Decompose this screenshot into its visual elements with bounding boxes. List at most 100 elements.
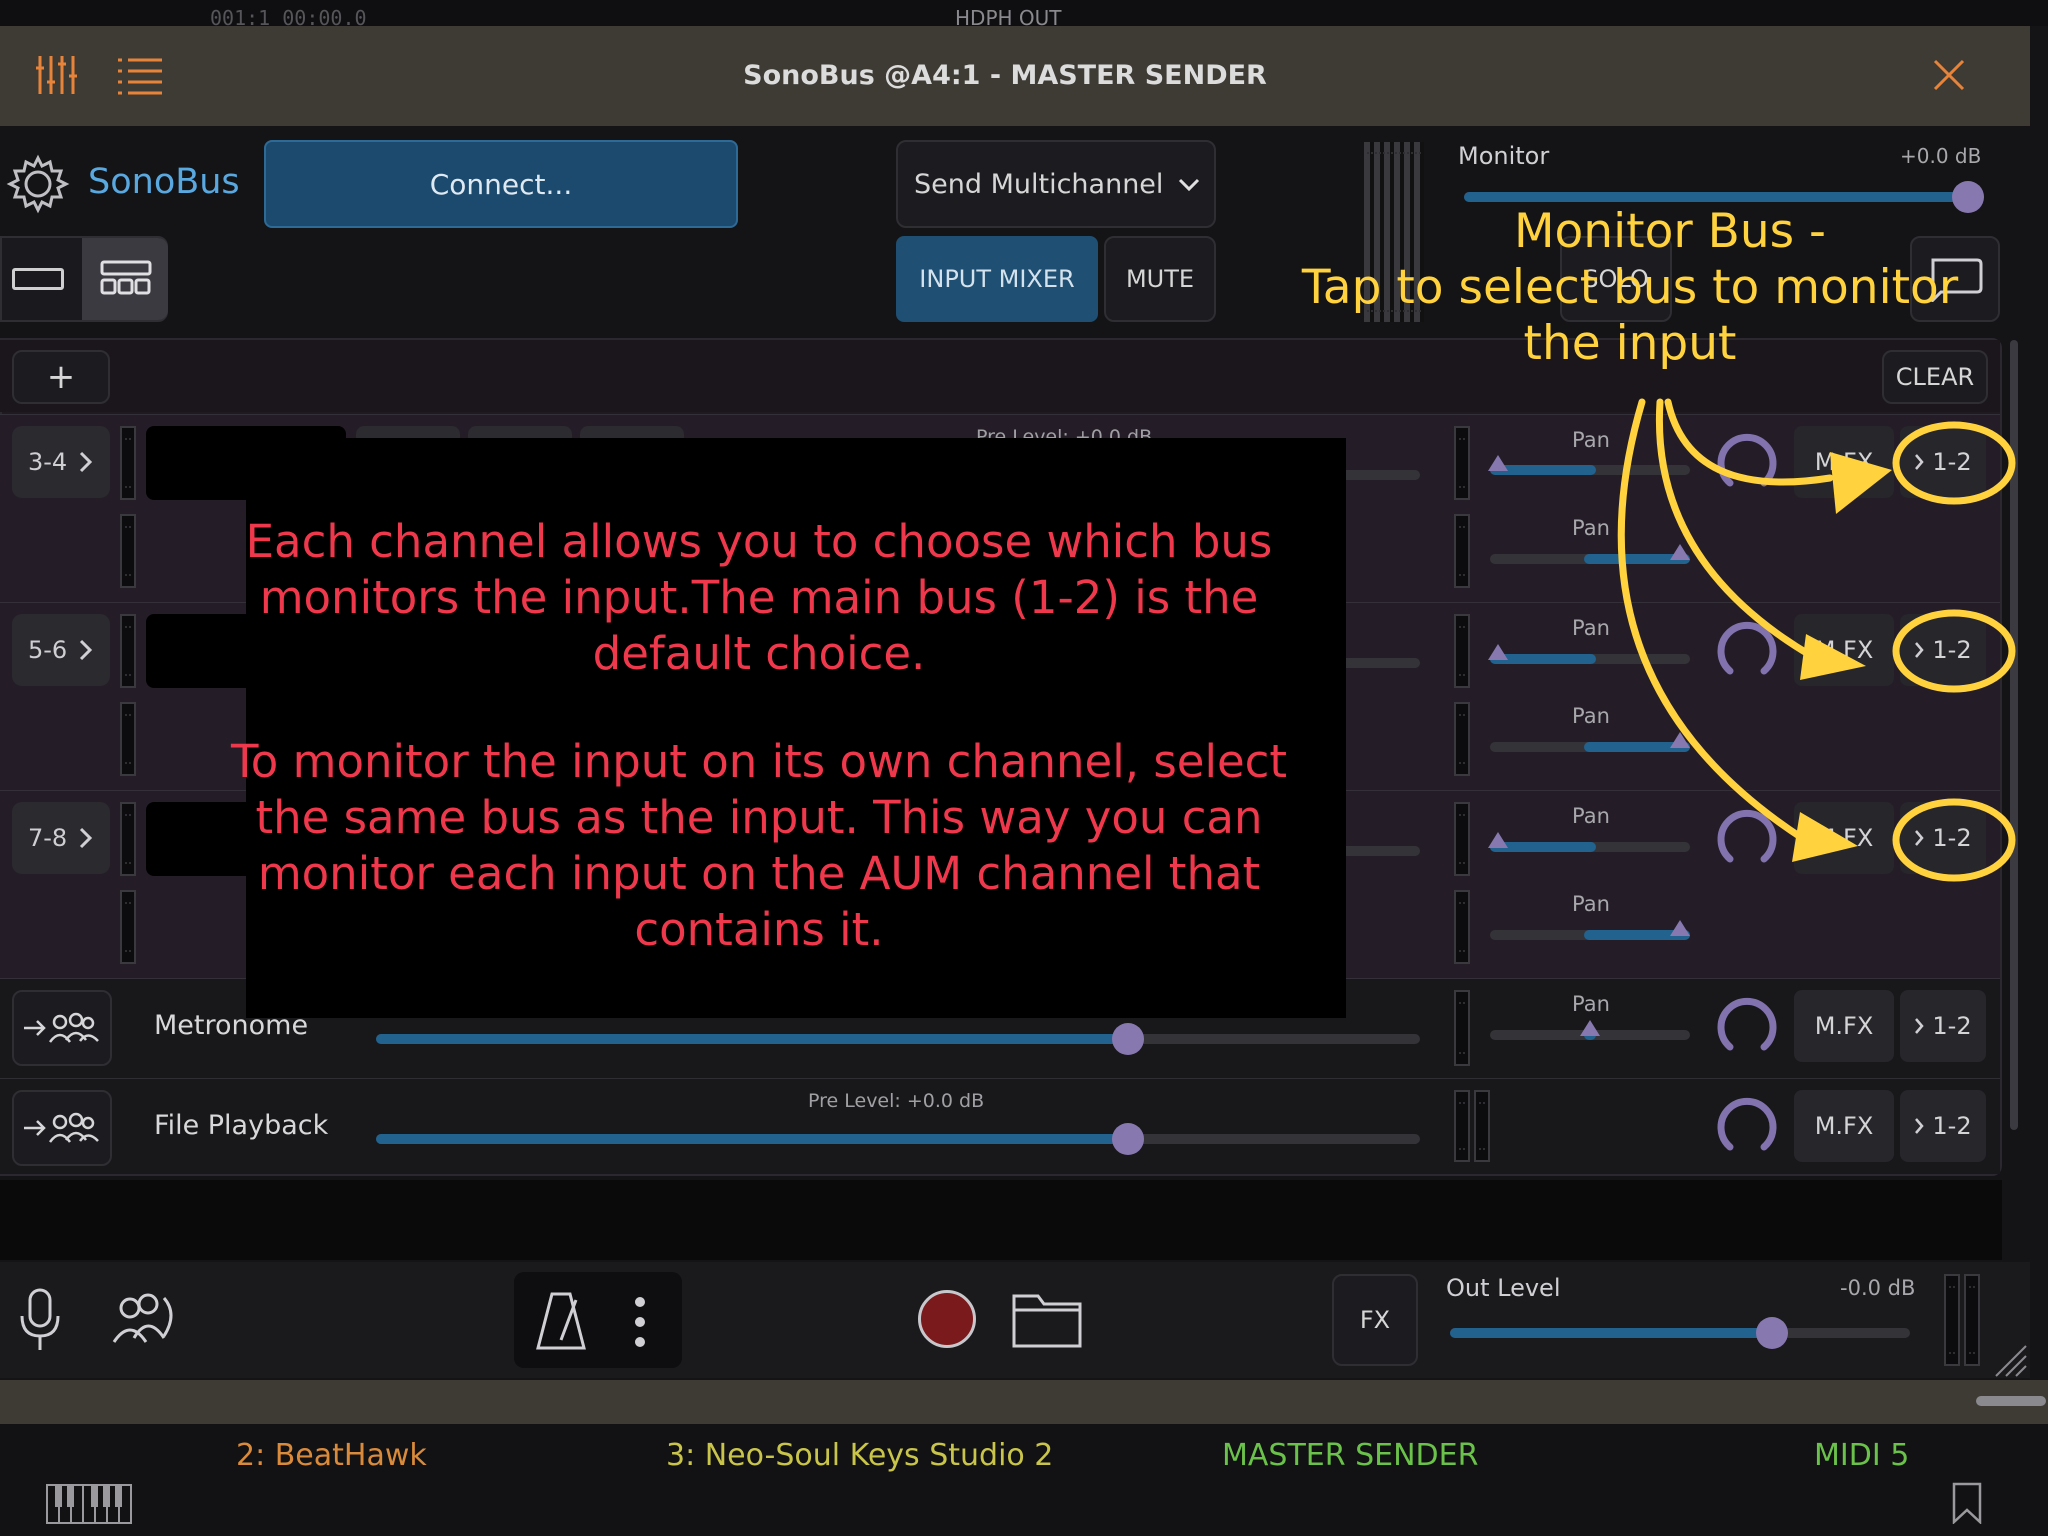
host-tab-neo-soul-keys[interactable]: 3: Neo-Soul Keys Studio 2 xyxy=(666,1438,1053,1473)
add-channel-button[interactable]: + xyxy=(12,350,110,404)
channel-3-4-out-meter-r xyxy=(1454,514,1470,588)
channel-7-8-out-meter-r xyxy=(1454,890,1470,964)
channel-5-6-label: 5-6 xyxy=(28,636,68,664)
window-title: SonoBus @A4:1 - MASTER SENDER xyxy=(743,60,1267,91)
metronome-bus-button[interactable]: 1-2 xyxy=(1900,990,1986,1062)
pan-thumb[interactable] xyxy=(1488,455,1508,471)
pan-thumb[interactable] xyxy=(1488,832,1508,848)
channel-3-4-monitor-knob[interactable] xyxy=(1716,431,1778,493)
close-icon[interactable] xyxy=(1932,58,1966,92)
channel-5-6-bus-button[interactable]: 1-2 xyxy=(1900,614,1986,686)
fx-button[interactable]: FX xyxy=(1332,1274,1418,1366)
pan-thumb[interactable] xyxy=(1488,644,1508,660)
chevron-right-icon xyxy=(1915,830,1925,846)
settings-gear-icon[interactable] xyxy=(6,152,70,216)
file-playback-level-thumb[interactable] xyxy=(1111,1123,1144,1155)
monitor-slider[interactable] xyxy=(1464,181,1985,213)
record-button[interactable] xyxy=(918,1290,976,1348)
host-tab-master-sender[interactable]: MASTER SENDER xyxy=(1222,1438,1478,1473)
panel-scrollbar[interactable] xyxy=(2010,340,2018,1130)
group-icon[interactable] xyxy=(108,1290,182,1348)
channel-3-4-mfx-button[interactable]: M.FX xyxy=(1794,426,1894,498)
channel-7-8-bus-button[interactable]: 1-2 xyxy=(1900,802,1986,874)
host-divider xyxy=(0,1380,2048,1424)
channel-3-4-button[interactable]: 3-4 xyxy=(12,426,110,498)
annotation-text-own-channel: To monitor the input on its own channel,… xyxy=(230,735,1288,956)
channel-5-6-meter-r xyxy=(120,702,136,776)
send-mode-select[interactable]: Send Multichannel xyxy=(896,140,1216,228)
file-playback-route-button[interactable] xyxy=(12,1090,112,1166)
metronome-mfx-button[interactable]: M.FX xyxy=(1794,990,1894,1062)
channel-3-4-bus-button[interactable]: 1-2 xyxy=(1900,426,1986,498)
channel-7-8-monitor-knob[interactable] xyxy=(1716,807,1778,869)
connect-button[interactable]: Connect... xyxy=(264,140,738,228)
mute-button[interactable]: MUTE xyxy=(1104,236,1216,322)
annotation-text-default-bus: Each channel allows you to choose which … xyxy=(245,515,1273,680)
connect-button-label: Connect... xyxy=(429,167,573,201)
chevron-down-icon xyxy=(1178,178,1200,192)
channel-5-6-pan-slider-r[interactable] xyxy=(1490,732,1690,752)
chevron-right-icon xyxy=(1915,1018,1925,1034)
empty-panel-area xyxy=(0,1180,2002,1260)
mfx-label: M.FX xyxy=(1814,1012,1874,1040)
single-layout-icon[interactable] xyxy=(12,268,64,290)
metronome-icon[interactable] xyxy=(536,1292,586,1350)
pan-thumb[interactable] xyxy=(1670,544,1690,560)
channel-7-8-pan-label-l: Pan xyxy=(1572,804,1610,828)
channel-5-6-monitor-knob[interactable] xyxy=(1716,619,1778,681)
bus-label: 1-2 xyxy=(1932,1012,1972,1040)
channel-3-4-pan-slider-r[interactable] xyxy=(1490,544,1690,564)
metronome-meter xyxy=(1454,990,1470,1066)
file-playback-label: File Playback xyxy=(154,1110,329,1141)
file-playback-monitor-knob[interactable] xyxy=(1716,1095,1778,1157)
host-tab-midi-5[interactable]: MIDI 5 xyxy=(1814,1438,1909,1473)
mfx-label: M.FX xyxy=(1814,824,1874,852)
channel-7-8-meter-l xyxy=(120,802,136,876)
channel-7-8-button[interactable]: 7-8 xyxy=(12,802,110,874)
metronome-pan-slider[interactable] xyxy=(1490,1020,1690,1040)
host-tab-beathawk[interactable]: 2: BeatHawk xyxy=(236,1438,427,1473)
channel-5-6-button[interactable]: 5-6 xyxy=(12,614,110,686)
metronome-monitor-knob[interactable] xyxy=(1716,995,1778,1057)
pan-thumb[interactable] xyxy=(1670,732,1690,748)
channel-3-4-meter-r xyxy=(120,514,136,588)
keyboard-icon[interactable] xyxy=(46,1484,132,1524)
out-level-label: Out Level xyxy=(1446,1274,1561,1302)
channel-3-4-meter-l xyxy=(120,426,136,500)
channel-5-6-mfx-button[interactable]: M.FX xyxy=(1794,614,1894,686)
chevron-right-icon xyxy=(1915,454,1925,470)
host-drag-handle[interactable] xyxy=(1976,1396,2046,1406)
bus-label: 1-2 xyxy=(1932,448,1972,476)
metronome-level-thumb[interactable] xyxy=(1111,1023,1144,1055)
out-level-slider[interactable] xyxy=(1450,1317,1910,1349)
monitor-slider-fill xyxy=(1464,192,1969,202)
channel-7-8-pan-slider-r[interactable] xyxy=(1490,920,1690,940)
pan-thumb[interactable] xyxy=(1580,1020,1600,1036)
channel-7-8-pan-slider-l[interactable] xyxy=(1488,832,1690,852)
channel-5-6-pan-slider-l[interactable] xyxy=(1488,644,1690,664)
out-level-thumb[interactable] xyxy=(1756,1317,1788,1349)
folder-icon[interactable] xyxy=(1012,1290,1082,1348)
channel-7-8-out-meter-l xyxy=(1454,802,1470,876)
metronome-route-button[interactable] xyxy=(12,990,112,1066)
metronome-level-fill xyxy=(376,1034,1128,1044)
channel-3-4-pan-slider-l[interactable] xyxy=(1488,455,1690,475)
file-playback-meter-r xyxy=(1474,1090,1490,1162)
input-mixer-button[interactable]: INPUT MIXER xyxy=(896,236,1098,322)
resize-grip-icon[interactable] xyxy=(1994,1344,2028,1378)
mfx-label: M.FX xyxy=(1814,636,1874,664)
file-playback-bus-button[interactable]: 1-2 xyxy=(1900,1090,1986,1162)
channel-7-8-mfx-button[interactable]: M.FX xyxy=(1794,802,1894,874)
more-options-icon[interactable] xyxy=(634,1296,646,1348)
microphone-icon[interactable] xyxy=(18,1288,62,1352)
file-playback-level-slider[interactable] xyxy=(376,1123,1420,1155)
channel-5-6-pan-label-r: Pan xyxy=(1572,704,1610,728)
chevron-right-icon xyxy=(80,827,93,849)
metronome-level-slider[interactable] xyxy=(376,1023,1420,1055)
file-playback-meter-l xyxy=(1454,1090,1470,1162)
pan-thumb[interactable] xyxy=(1670,920,1690,936)
bookmark-icon[interactable] xyxy=(1952,1482,1982,1525)
mute-label: MUTE xyxy=(1125,265,1195,293)
file-playback-mfx-button[interactable]: M.FX xyxy=(1794,1090,1894,1162)
channel-3-4-pan-label-l: Pan xyxy=(1572,428,1610,452)
